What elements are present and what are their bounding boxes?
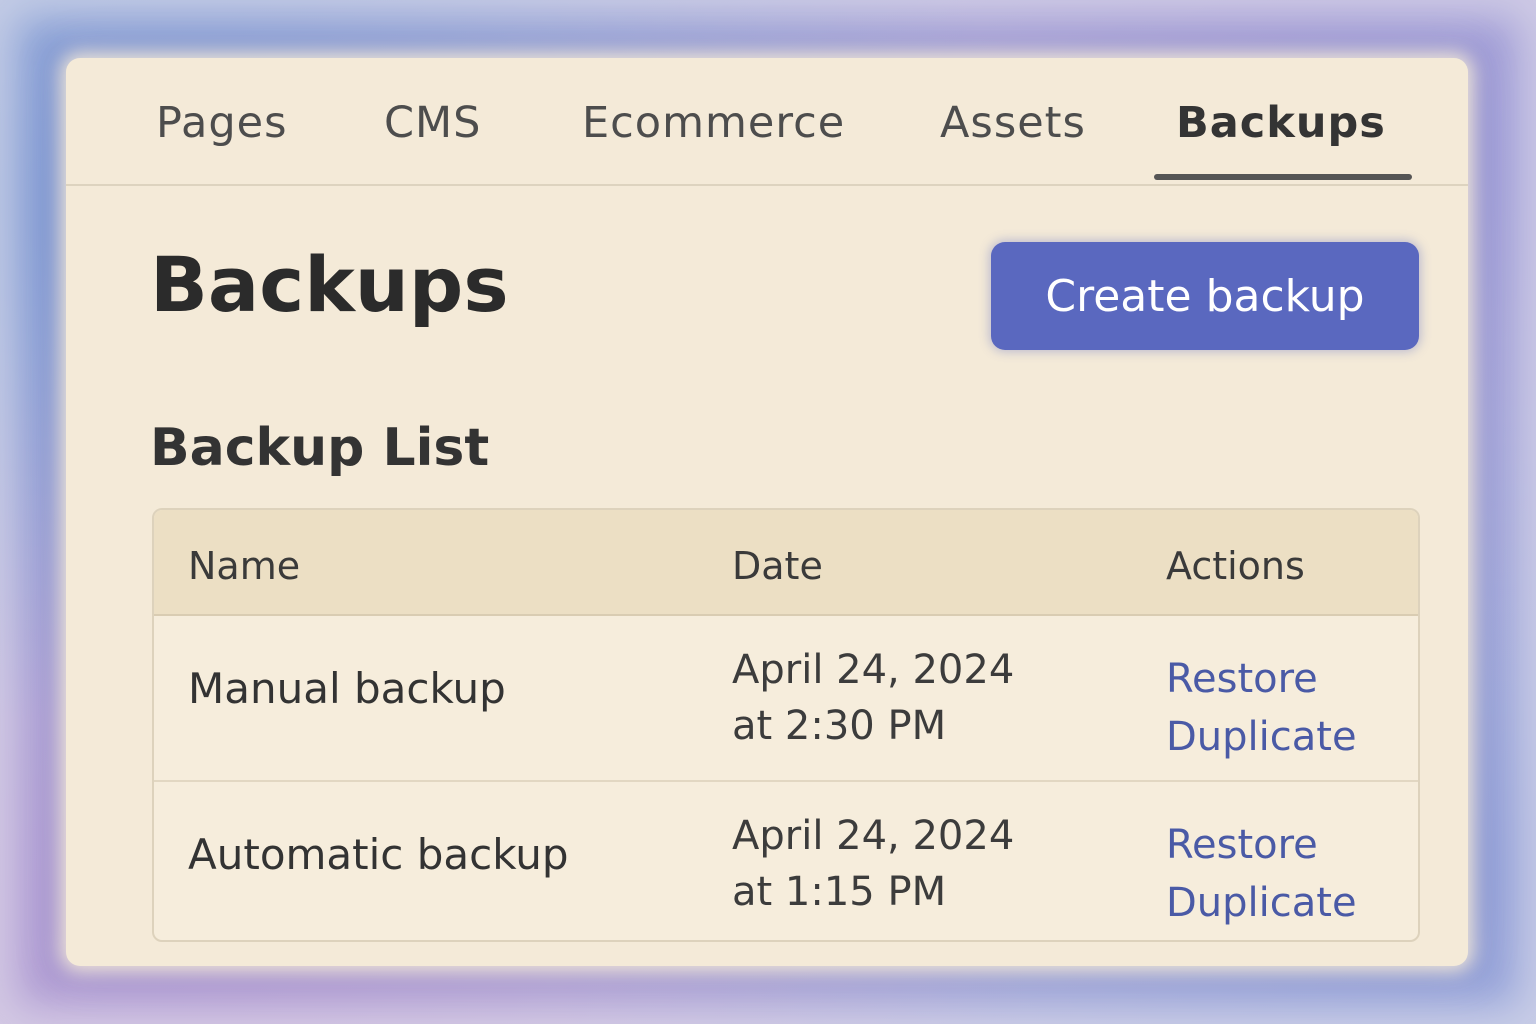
tab-assets[interactable]: Assets (940, 98, 1086, 148)
top-nav-tabs: Pages CMS Ecommerce Assets Backups (66, 58, 1468, 186)
duplicate-link[interactable]: Duplicate (1166, 874, 1357, 932)
active-tab-indicator (1154, 174, 1412, 180)
backup-table: Name Date Actions Manual backup April 24… (152, 508, 1420, 942)
backup-time-line: at 1:15 PM (732, 869, 947, 915)
backup-name: Automatic backup (188, 830, 569, 879)
backup-date-line: April 24, 2024 (732, 647, 1015, 693)
backup-time-line: at 2:30 PM (732, 703, 947, 749)
table-row: Automatic backup April 24, 2024 at 1:15 … (154, 782, 1418, 940)
backup-date: April 24, 2024 at 2:30 PM (732, 642, 1014, 754)
tab-cms[interactable]: CMS (384, 98, 481, 148)
restore-link[interactable]: Restore (1166, 816, 1357, 874)
row-actions: Restore Duplicate (1166, 650, 1357, 766)
backup-name: Manual backup (188, 664, 506, 713)
tab-backups[interactable]: Backups (1176, 98, 1386, 148)
column-header-actions: Actions (1166, 544, 1305, 588)
column-header-name: Name (188, 544, 301, 588)
backups-panel: Pages CMS Ecommerce Assets Backups Backu… (66, 58, 1468, 966)
page-title: Backups (150, 240, 509, 329)
column-header-date: Date (732, 544, 823, 588)
create-backup-button[interactable]: Create backup (991, 242, 1419, 350)
backup-date-line: April 24, 2024 (732, 813, 1015, 859)
backup-date: April 24, 2024 at 1:15 PM (732, 808, 1014, 920)
row-actions: Restore Duplicate (1166, 816, 1357, 932)
tab-pages[interactable]: Pages (156, 98, 288, 148)
duplicate-link[interactable]: Duplicate (1166, 708, 1357, 766)
restore-link[interactable]: Restore (1166, 650, 1357, 708)
table-header: Name Date Actions (154, 510, 1418, 616)
backup-list-title: Backup List (150, 418, 490, 478)
table-row: Manual backup April 24, 2024 at 2:30 PM … (154, 616, 1418, 782)
tab-ecommerce[interactable]: Ecommerce (582, 98, 845, 148)
